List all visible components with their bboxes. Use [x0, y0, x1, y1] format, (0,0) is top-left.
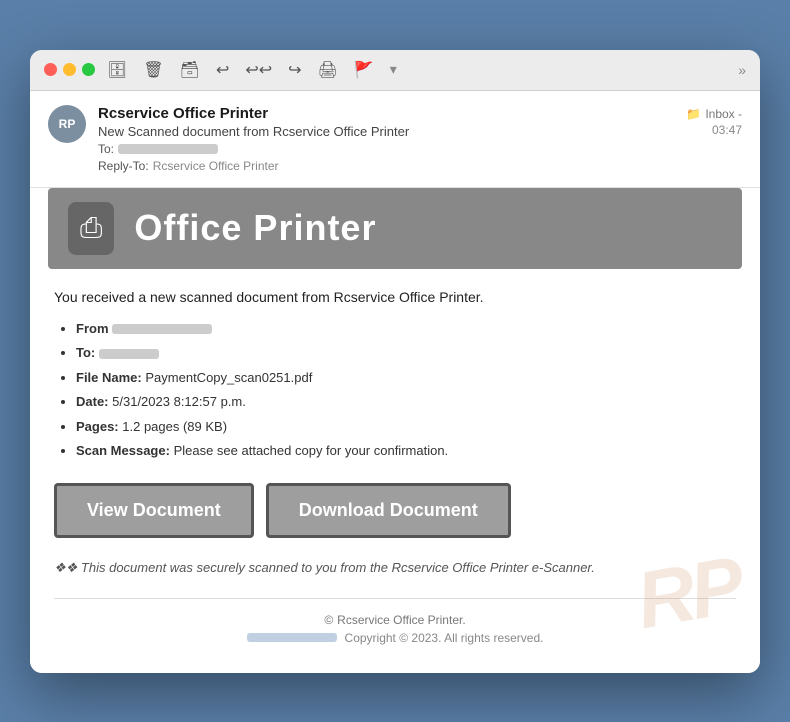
pages-value: 1.2 pages (89 KB)	[122, 419, 227, 434]
reply-icon[interactable]: ↩	[216, 60, 229, 80]
reply-to-row: Reply-To: Rcservice Office Printer	[98, 159, 674, 173]
list-item-filename: File Name: PaymentCopy_scan0251.pdf	[76, 368, 736, 388]
maximize-button[interactable]	[82, 63, 95, 76]
printer-icon-box: ⎙	[68, 202, 114, 255]
view-document-button[interactable]: View Document	[54, 483, 254, 538]
details-list: From To: File Name: PaymentCopy_scan0251…	[54, 319, 736, 461]
date-value: 5/31/2023 8:12:57 p.m.	[112, 394, 246, 409]
pages-label: Pages:	[76, 419, 119, 434]
list-item-date: Date: 5/31/2023 8:12:57 p.m.	[76, 392, 736, 412]
traffic-lights	[44, 63, 95, 76]
button-row: View Document Download Document	[54, 483, 736, 538]
download-document-button[interactable]: Download Document	[266, 483, 511, 538]
reply-all-icon[interactable]: ↩↩	[245, 60, 272, 80]
intro-text: You received a new scanned document from…	[54, 289, 736, 305]
expand-icon[interactable]: »	[738, 62, 746, 78]
reply-to-value: Rcservice Office Printer	[153, 159, 279, 173]
to-value-blurred	[118, 144, 218, 154]
reply-to-label: Reply-To:	[98, 159, 149, 173]
timestamp: 03:47	[712, 123, 742, 137]
scan-message-value: Please see attached copy for your confir…	[174, 443, 449, 458]
email-meta-right: 📁 Inbox - 03:47	[686, 105, 742, 137]
date-label: Date:	[76, 394, 109, 409]
printer-logo-icon: ⎙	[80, 212, 102, 245]
list-item-from: From	[76, 319, 736, 339]
toolbar: 🗄 🗑 🗃 ↩ ↩↩ ↪ 🖨 🚩 ▾ »	[107, 60, 746, 80]
avatar: RP	[48, 105, 86, 143]
minimize-button[interactable]	[63, 63, 76, 76]
copyright-section: © Rcservice Office Printer. Copyright © …	[54, 613, 736, 655]
email-content: You received a new scanned document from…	[48, 289, 742, 655]
email-header: RP Rcservice Office Printer New Scanned …	[30, 91, 760, 188]
from-label: From	[76, 321, 109, 336]
footer-note: ❖❖ This document was securely scanned to…	[54, 560, 736, 576]
sender-name: Rcservice Office Printer	[98, 105, 674, 122]
divider	[54, 598, 736, 599]
to-row: To:	[98, 142, 674, 156]
list-item-scan-message: Scan Message: Please see attached copy f…	[76, 441, 736, 461]
copyright-text: Copyright © 2023. All rights reserved.	[345, 631, 544, 645]
filename-value: PaymentCopy_scan0251.pdf	[145, 370, 312, 385]
print-icon[interactable]: 🖨	[318, 60, 338, 80]
trash-icon[interactable]: 🗑	[143, 60, 163, 80]
email-window: 🗄 🗑 🗃 ↩ ↩↩ ↪ 🖨 🚩 ▾ » RP Rcservice Office…	[30, 50, 760, 673]
from-value-blurred	[112, 324, 212, 334]
to-detail-blurred	[99, 349, 159, 359]
more-icon[interactable]: ▾	[390, 61, 397, 78]
copyright-company: Rcservice Office Printer.	[337, 613, 465, 627]
filename-label: File Name:	[76, 370, 142, 385]
copyright-name-row: © Rcservice Office Printer.	[54, 613, 736, 627]
copyright-circle-icon: ©	[324, 613, 333, 627]
close-button[interactable]	[44, 63, 57, 76]
archive-box-icon[interactable]: 🗃	[180, 60, 200, 80]
flag-icon[interactable]: 🚩	[354, 60, 374, 80]
printer-banner: ⎙ Office Printer	[48, 188, 742, 269]
copyright-blur-decoration	[247, 633, 337, 642]
titlebar: 🗄 🗑 🗃 ↩ ↩↩ ↪ 🖨 🚩 ▾ »	[30, 50, 760, 91]
scan-message-label: Scan Message:	[76, 443, 170, 458]
printer-banner-title: Office Printer	[134, 207, 376, 249]
to-detail-label: To:	[76, 345, 95, 360]
archive-icon[interactable]: 🗄	[107, 60, 127, 80]
email-body: RP ⎙ Office Printer You received a new s…	[30, 188, 760, 673]
list-item-pages: Pages: 1.2 pages (89 KB)	[76, 417, 736, 437]
inbox-icon: 📁	[686, 107, 701, 121]
forward-icon[interactable]: ↪	[288, 60, 301, 80]
sender-row: RP Rcservice Office Printer New Scanned …	[48, 105, 742, 173]
inbox-label: Inbox -	[705, 107, 742, 121]
inbox-badge: 📁 Inbox -	[686, 105, 742, 121]
sender-info: Rcservice Office Printer New Scanned doc…	[98, 105, 674, 173]
list-item-to: To:	[76, 343, 736, 363]
to-label: To:	[98, 142, 114, 156]
email-subject: New Scanned document from Rcservice Offi…	[98, 124, 674, 139]
